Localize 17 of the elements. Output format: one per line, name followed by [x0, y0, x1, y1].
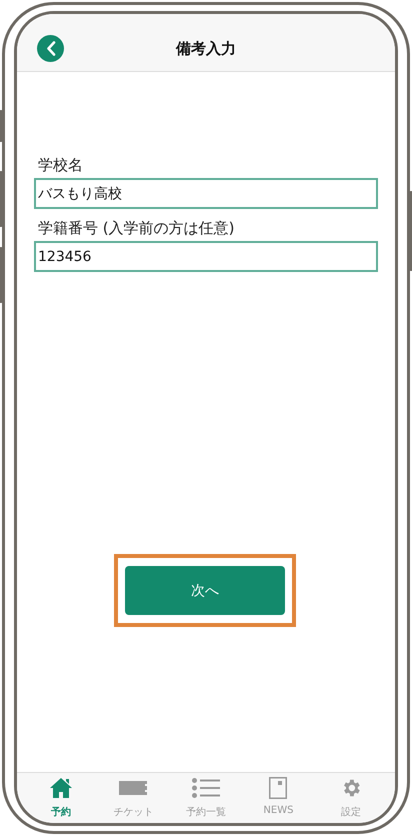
document-icon — [269, 777, 288, 799]
next-button[interactable]: 次へ — [125, 566, 285, 615]
field-label: 学校名 — [38, 155, 84, 175]
list-icon — [192, 778, 220, 798]
tab[interactable]: チケット — [97, 773, 170, 823]
chevron-left-icon — [46, 41, 56, 56]
tab[interactable]: 設定 — [314, 773, 388, 823]
back-button[interactable] — [37, 35, 64, 62]
tab[interactable]: 予約一覧 — [170, 773, 242, 823]
tab[interactable]: NEWS — [242, 773, 315, 823]
screen-title: 備考入力 — [176, 40, 236, 58]
input-field[interactable]: バスもり高校 — [34, 178, 378, 209]
field-label: 学籍番号 (入学前の方は任意) — [38, 218, 236, 238]
tab[interactable]: 予約 — [25, 773, 98, 823]
input-field[interactable]: 123456 — [34, 241, 378, 272]
ticket-icon — [118, 781, 149, 795]
home-icon — [49, 777, 74, 799]
